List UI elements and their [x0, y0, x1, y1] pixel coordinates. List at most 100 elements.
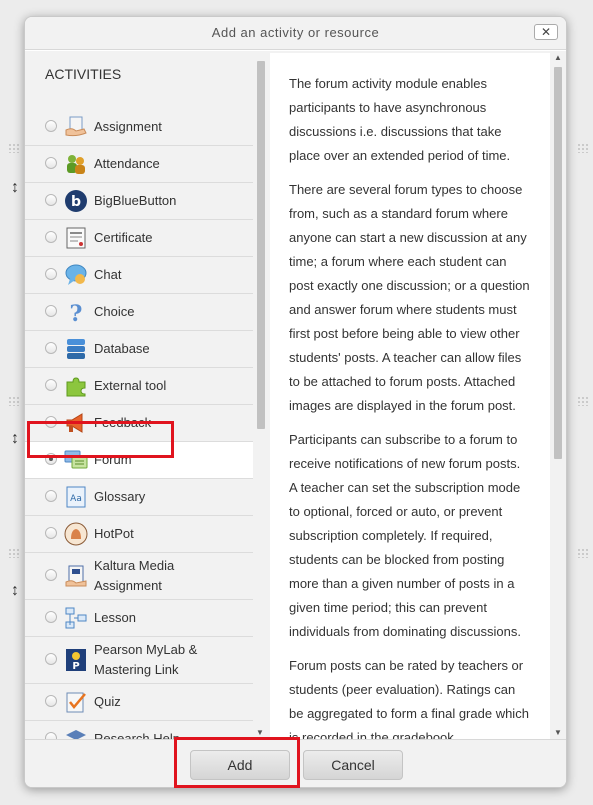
research-help-icon: [66, 730, 86, 739]
radio-button[interactable]: [45, 120, 57, 132]
radio-button[interactable]: [45, 379, 57, 391]
help-paragraph: Forum posts can be rated by teachers or …: [289, 658, 529, 739]
activity-options-list: ACTIVITIES Assignment Attendance b BigBl…: [25, 51, 268, 739]
radio-button[interactable]: [45, 527, 57, 539]
activity-option-label: Pearson MyLab & Mastering Link: [94, 642, 198, 677]
activity-option-label: Lesson: [94, 610, 136, 625]
feedback-icon: [66, 413, 83, 433]
activities-scrollbar[interactable]: ▼: [254, 51, 266, 739]
activity-option-quiz[interactable]: Quiz: [25, 684, 253, 721]
forum-icon: [64, 450, 88, 469]
certificate-icon: [66, 227, 86, 249]
activity-option-feedback[interactable]: Feedback: [25, 405, 253, 442]
radio-button[interactable]: [45, 268, 57, 280]
quiz-icon: [66, 692, 86, 713]
activity-option-label: Attendance: [94, 156, 160, 171]
help-paragraph: The forum activity module enables partic…: [289, 76, 511, 163]
hotpot-icon: [64, 522, 88, 546]
help-scrollbar[interactable]: ▲ ▼: [552, 53, 564, 739]
glossary-icon: Aa: [66, 486, 86, 508]
activity-option-label: Assignment: [94, 119, 162, 134]
activity-option-label: Feedback: [94, 415, 152, 430]
activity-option-label: External tool: [94, 378, 167, 393]
activity-option-database[interactable]: Database: [25, 331, 253, 368]
assignment-icon: [65, 116, 87, 137]
activity-option-label: Database: [94, 341, 150, 356]
radio-button[interactable]: [45, 653, 57, 665]
scroll-down-arrow-icon[interactable]: ▼: [554, 728, 562, 737]
radio-button[interactable]: [45, 231, 57, 243]
activity-option-choice[interactable]: ? Choice: [25, 294, 253, 331]
external-tool-icon: [66, 377, 86, 397]
radio-button[interactable]: [45, 305, 57, 317]
attendance-icon: [67, 155, 85, 174]
move-handle-icon[interactable]: ↕: [10, 177, 20, 199]
activity-option-label: Certificate: [94, 230, 153, 245]
svg-text:P: P: [72, 661, 79, 672]
activity-option-label: HotPot: [94, 526, 134, 541]
activity-option-label: Chat: [94, 267, 122, 282]
lesson-icon: [65, 607, 87, 629]
choice-icon: ?: [70, 301, 83, 324]
radio-button[interactable]: [45, 416, 57, 428]
activity-option-hotpot[interactable]: HotPot: [25, 516, 253, 553]
help-text: The forum activity module enables partic…: [270, 53, 550, 739]
radio-button[interactable]: [45, 157, 57, 169]
radio-button[interactable]: [45, 695, 57, 707]
activity-option-label: Kaltura Media Assignment: [94, 558, 175, 593]
drag-dots-icon: [577, 548, 589, 558]
add-activity-dialog: Add an activity or resource ✕ ACTIVITIES…: [24, 16, 567, 788]
activity-option-label: Quiz: [94, 694, 121, 709]
activity-option-label: Choice: [94, 304, 135, 319]
dialog-footer: Add Cancel: [25, 739, 566, 787]
activities-heading: ACTIVITIES: [45, 66, 122, 82]
chat-icon: [65, 264, 87, 285]
drag-dots-icon: [8, 396, 20, 406]
activity-option-bigbluebutton[interactable]: b BigBlueButton: [25, 183, 253, 220]
svg-text:b: b: [71, 194, 81, 210]
add-button[interactable]: Add: [190, 750, 290, 780]
drag-dots-icon: [577, 143, 589, 153]
activity-option-lesson[interactable]: Lesson: [25, 600, 253, 637]
activity-option-assignment[interactable]: Assignment: [25, 109, 253, 146]
pearson-mylab-icon: P: [66, 649, 86, 672]
activity-option-attendance[interactable]: Attendance: [25, 146, 253, 183]
scroll-down-arrow-icon[interactable]: ▼: [256, 728, 264, 737]
activity-option-kaltura-media-assignment[interactable]: Kaltura Media Assignment: [25, 553, 253, 600]
radio-button[interactable]: [45, 453, 57, 465]
radio-button[interactable]: [45, 342, 57, 354]
svg-text:Aa: Aa: [70, 494, 82, 504]
activity-option-label: Forum: [94, 452, 132, 467]
svg-text:?: ?: [70, 301, 83, 324]
close-icon[interactable]: ✕: [534, 24, 558, 40]
activity-option-chat[interactable]: Chat: [25, 257, 253, 294]
scrollbar-thumb[interactable]: [554, 67, 562, 459]
activity-option-research-help[interactable]: Research Help: [25, 721, 253, 739]
drag-dots-icon: [8, 143, 20, 153]
cancel-button[interactable]: Cancel: [303, 750, 403, 780]
help-paragraph: Participants can subscribe to a forum to…: [289, 432, 521, 639]
activity-option-label: Glossary: [94, 489, 146, 504]
help-paragraph: There are several forum types to choose …: [289, 182, 530, 413]
radio-button[interactable]: [45, 732, 57, 739]
kaltura-media-assignment-icon: [65, 565, 87, 587]
move-handle-icon[interactable]: ↕: [10, 428, 20, 450]
bigbluebutton-icon: b: [65, 190, 87, 212]
move-handle-icon[interactable]: ↕: [10, 580, 20, 602]
help-pane: The forum activity module enables partic…: [268, 51, 566, 739]
drag-dots-icon: [577, 396, 589, 406]
radio-button[interactable]: [45, 611, 57, 623]
activity-option-glossary[interactable]: Aa Glossary: [25, 479, 253, 516]
dialog-header: Add an activity or resource ✕: [25, 17, 566, 50]
dialog-title: Add an activity or resource: [211, 25, 380, 40]
radio-button[interactable]: [45, 194, 57, 206]
activity-option-forum[interactable]: Forum: [25, 442, 253, 479]
scrollbar-thumb[interactable]: [257, 61, 265, 429]
database-icon: [67, 339, 85, 359]
activity-option-certificate[interactable]: Certificate: [25, 220, 253, 257]
activity-option-external-tool[interactable]: External tool: [25, 368, 253, 405]
radio-button[interactable]: [45, 569, 57, 581]
radio-button[interactable]: [45, 490, 57, 502]
activity-option-pearson-mylab[interactable]: P Pearson MyLab & Mastering Link: [25, 637, 253, 684]
scroll-up-arrow-icon[interactable]: ▲: [554, 53, 562, 62]
